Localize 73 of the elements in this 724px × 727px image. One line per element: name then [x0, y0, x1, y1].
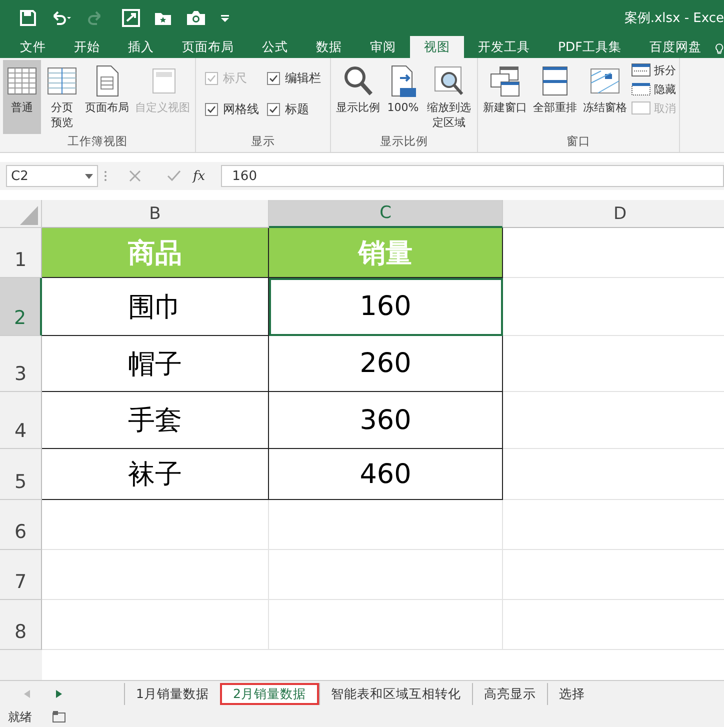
- table-cell: 袜子: [42, 449, 269, 500]
- ribbon-tab[interactable]: 开发工具: [464, 36, 544, 58]
- row-header[interactable]: 1: [0, 228, 42, 278]
- ribbon-tab[interactable]: 数据: [302, 36, 356, 58]
- ribbon-button[interactable]: 缩放到选定区域: [424, 60, 474, 134]
- ribbon-small-button[interactable]: 拆分: [631, 62, 676, 78]
- table-cell: 160: [269, 278, 503, 336]
- checkbox[interactable]: [205, 103, 218, 116]
- sheet-tab[interactable]: 高亮显示: [472, 682, 547, 704]
- checkbox[interactable]: [267, 103, 280, 116]
- ribbon-tab[interactable]: 插入: [114, 36, 168, 58]
- ribbon-tab[interactable]: 百度网盘: [635, 36, 716, 58]
- table-cell: 围巾: [42, 278, 269, 336]
- checkbox-option[interactable]: 网格线: [205, 101, 259, 118]
- formula-field[interactable]: 160: [221, 165, 724, 187]
- header-cell: 销量: [269, 228, 503, 278]
- dropdown-icon[interactable]: [85, 174, 93, 178]
- camera-icon[interactable]: [186, 10, 206, 26]
- table-cell: 360: [269, 392, 503, 449]
- sheet-tab[interactable]: 选择: [546, 682, 596, 704]
- insert-function-button[interactable]: fx: [193, 168, 206, 184]
- row-header[interactable]: 6: [0, 500, 42, 550]
- ribbon-tab[interactable]: 公式: [248, 36, 302, 58]
- row-header[interactable]: 7: [0, 550, 42, 600]
- ribbon-tab[interactable]: 文件: [6, 36, 60, 58]
- row-header[interactable]: 2: [0, 278, 42, 336]
- macro-record-icon[interactable]: [52, 711, 66, 723]
- sheet-tab[interactable]: 2月销量数据: [220, 682, 319, 704]
- group-label: 窗口: [566, 134, 592, 150]
- ribbon-button[interactable]: 分页预览: [43, 60, 81, 134]
- column-header[interactable]: C: [269, 200, 503, 228]
- table-cell: 手套: [42, 392, 269, 449]
- save-icon[interactable]: [20, 10, 36, 26]
- ribbon-button[interactable]: 页面布局: [83, 60, 131, 134]
- row-header[interactable]: 5: [0, 449, 42, 500]
- hide-icon: [631, 81, 652, 97]
- ribbon-tab[interactable]: PDF工具集: [544, 36, 636, 58]
- group-label: 显示: [250, 134, 276, 150]
- customize-dropdown-icon[interactable]: [220, 13, 230, 23]
- split-icon: [631, 62, 652, 78]
- more-icon: [104, 170, 107, 182]
- ribbon-tab[interactable]: 视图: [410, 36, 464, 58]
- group-label: 工作簿视图: [66, 134, 128, 150]
- column-header[interactable]: B: [42, 200, 269, 228]
- sheet-tab[interactable]: 智能表和区域互相转化: [318, 682, 472, 704]
- ribbon-button[interactable]: 新建窗口: [481, 60, 530, 134]
- ribbon-small-button[interactable]: 隐藏: [631, 81, 676, 97]
- scroll-right-icon[interactable]: [56, 690, 62, 698]
- star-folder-icon[interactable]: [154, 10, 172, 26]
- ribbon-tab[interactable]: 审阅: [356, 36, 410, 58]
- status-text: 就绪: [8, 708, 32, 726]
- table-cell: 帽子: [42, 336, 269, 392]
- checkbox-option[interactable]: 标题: [267, 101, 321, 118]
- table-cell: 460: [269, 449, 503, 500]
- checkbox[interactable]: [267, 72, 280, 85]
- name-box[interactable]: C2: [6, 165, 98, 187]
- table-cell: 260: [269, 336, 503, 392]
- row-header[interactable]: 8: [0, 600, 42, 650]
- unhide-icon: [631, 100, 652, 116]
- column-header[interactable]: D: [503, 200, 724, 228]
- row-header[interactable]: 3: [0, 336, 42, 392]
- ribbon-tab[interactable]: 开始: [60, 36, 114, 58]
- ribbon-button[interactable]: 100%: [384, 60, 422, 134]
- checkbox-option[interactable]: 编辑栏: [267, 70, 321, 87]
- group-label: 显示比例: [379, 134, 430, 150]
- ribbon-button[interactable]: 显示比例: [334, 60, 382, 134]
- ribbon-button[interactable]: 全部重排: [531, 60, 580, 134]
- window-title: 案例.xlsx - Exce: [624, 10, 724, 27]
- ribbon-button[interactable]: 冻结窗格: [581, 60, 630, 134]
- row-header[interactable]: 4: [0, 392, 42, 449]
- ribbon-button[interactable]: 普通: [3, 60, 41, 134]
- header-cell: 商品: [42, 228, 269, 278]
- ribbon-tab[interactable]: 页面布局: [168, 36, 248, 58]
